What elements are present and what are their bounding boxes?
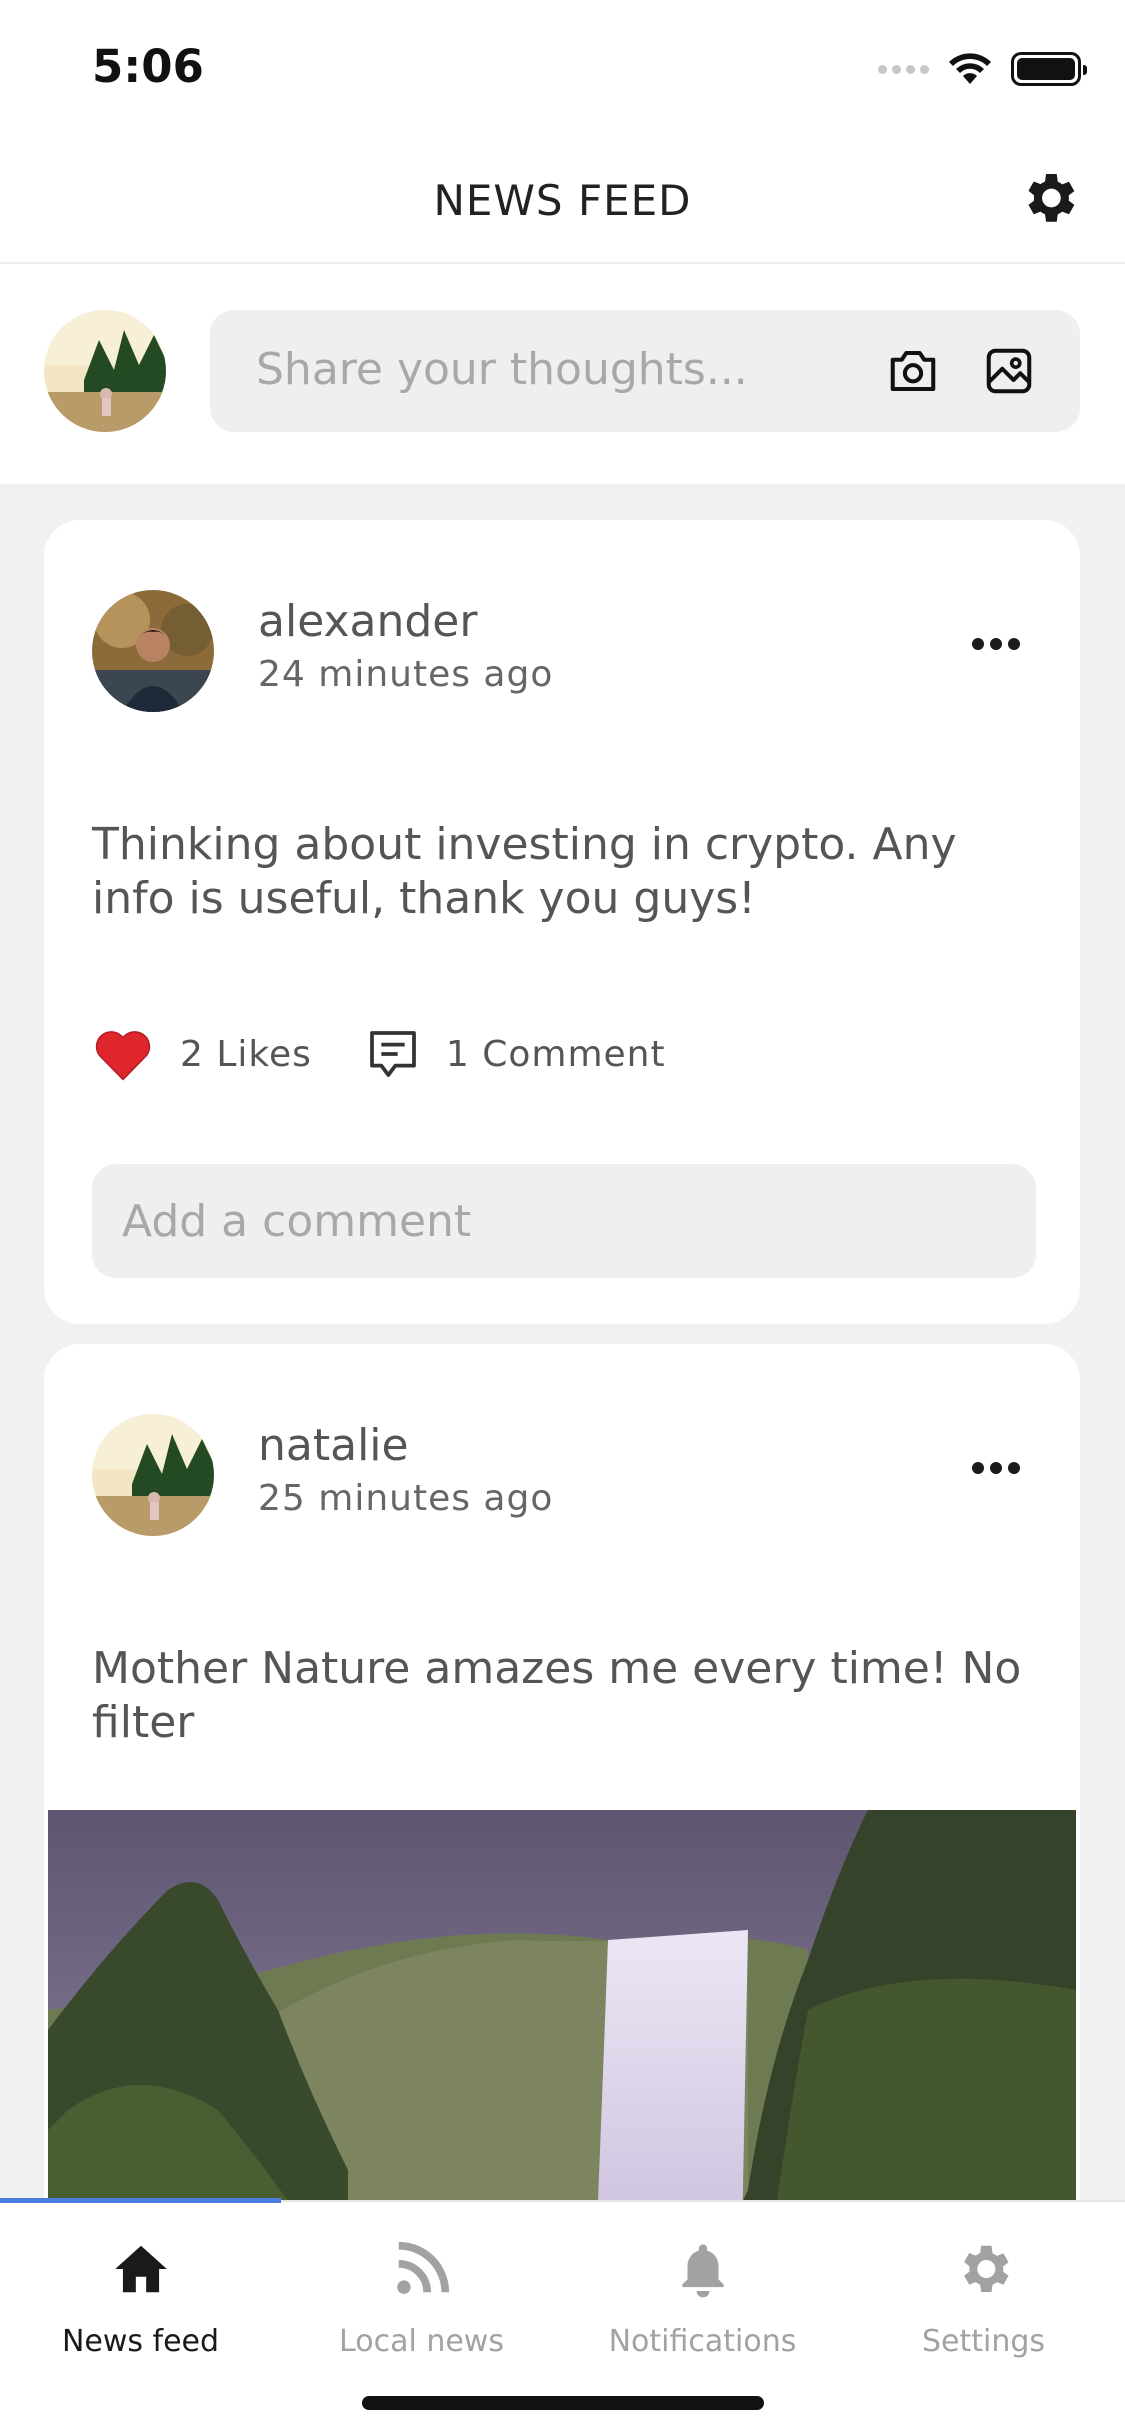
status-time: 5:06 (92, 40, 204, 93)
share-thoughts-placeholder: Share your thoughts... (256, 344, 748, 395)
app-header: NEWS FEED (0, 136, 1125, 264)
post-reactions: 2 Likes 1 Comment (92, 1024, 666, 1084)
post-timestamp: 24 minutes ago (258, 654, 554, 695)
page-title: NEWS FEED (433, 176, 692, 225)
nav-item-news-feed[interactable]: News feed (0, 2202, 281, 2402)
nav-label: Notifications (608, 2324, 797, 2359)
post-card: alexander 24 minutes ago Thinking about … (44, 520, 1080, 1324)
nav-label: Local news (339, 2324, 504, 2359)
gear-icon (964, 2245, 1009, 2292)
camera-icon[interactable] (886, 344, 940, 398)
home-indicator[interactable] (362, 2396, 764, 2410)
likes-count[interactable]: 2 Likes (180, 1034, 312, 1075)
comments-count[interactable]: 1 Comment (446, 1034, 666, 1075)
nav-item-notifications[interactable]: Notifications (562, 2202, 843, 2402)
signal-icon (878, 64, 929, 74)
battery-icon (1011, 52, 1087, 86)
post-text: Mother Nature amazes me every time! No f… (92, 1643, 1022, 1748)
more-options-icon[interactable] (970, 636, 1022, 652)
avatar[interactable] (92, 1414, 214, 1536)
nav-item-settings[interactable]: Settings (843, 2202, 1124, 2402)
more-options-icon[interactable] (970, 1460, 1022, 1476)
bell-icon (682, 2244, 724, 2298)
status-bar: 5:06 (0, 0, 1125, 136)
comment-icon[interactable] (364, 1026, 422, 1082)
home-icon (115, 2245, 167, 2293)
nav-label: News feed (61, 2324, 220, 2359)
post-username[interactable]: alexander (258, 596, 477, 647)
post-timestamp: 25 minutes ago (258, 1478, 554, 1519)
nav-label: Settings (921, 2324, 1046, 2359)
nav-item-local-news[interactable]: Local news (281, 2202, 562, 2402)
composer: Share your thoughts... (0, 264, 1125, 484)
post-text: Thinking about investing in crypto. Any … (92, 819, 957, 924)
share-thoughts-input[interactable]: Share your thoughts... (210, 310, 1080, 432)
image-icon[interactable] (982, 344, 1036, 398)
status-icons (878, 52, 1087, 86)
gear-icon[interactable] (1017, 166, 1081, 230)
wifi-icon (949, 53, 991, 84)
heart-icon[interactable] (92, 1026, 154, 1082)
post-username[interactable]: natalie (258, 1420, 409, 1471)
add-comment-input[interactable]: Add a comment (92, 1164, 1036, 1278)
avatar[interactable] (44, 310, 166, 432)
avatar[interactable] (92, 590, 214, 712)
rss-icon (397, 2241, 450, 2294)
add-comment-placeholder: Add a comment (122, 1196, 472, 1247)
